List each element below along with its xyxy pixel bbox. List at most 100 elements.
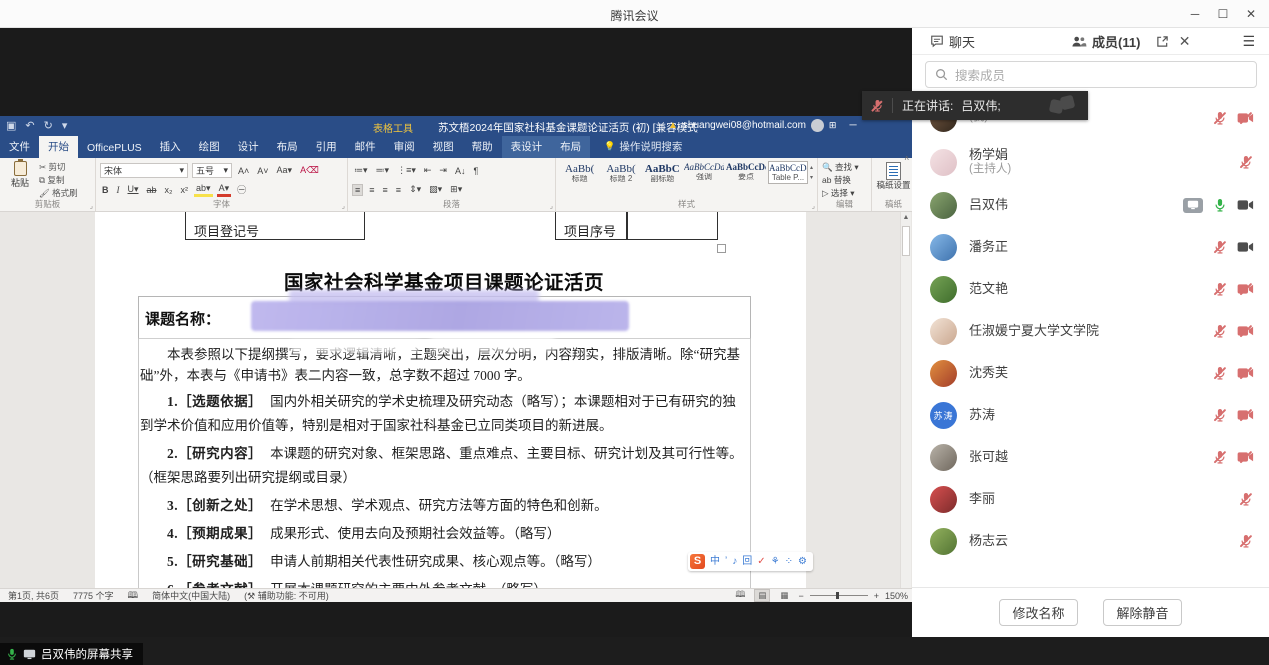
scrollbar-thumb[interactable]	[902, 226, 910, 256]
sogou-logo-icon[interactable]: S	[690, 554, 705, 569]
cut-button[interactable]: ✂ 剪切	[39, 161, 78, 173]
proofing-icon[interactable]: 🕮	[128, 588, 139, 604]
show-marks-button[interactable]: ¶	[471, 166, 480, 176]
member-row[interactable]: 杨志云	[912, 520, 1269, 562]
save-icon[interactable]: ▣	[6, 119, 16, 132]
tab-layout[interactable]: 布局	[268, 136, 307, 158]
font-color-button[interactable]: A▾	[217, 183, 232, 197]
sogou-dict-icon[interactable]: ⚘	[771, 557, 780, 567]
bold-button[interactable]: B	[100, 185, 111, 195]
sogou-cn-en-icon[interactable]: 中	[710, 557, 720, 567]
sogou-board-icon[interactable]: ⁘	[785, 557, 793, 567]
sogou-settings-icon[interactable]: ⚙	[798, 557, 807, 567]
tab-table-layout[interactable]: 布局	[551, 136, 590, 158]
tab-help[interactable]: 帮助	[463, 136, 502, 158]
borders-button[interactable]: ⊞▾	[448, 184, 464, 195]
tab-references[interactable]: 引用	[307, 136, 346, 158]
align-center-button[interactable]: ≡	[367, 185, 376, 195]
superscript-button[interactable]: x²	[179, 185, 191, 195]
account-avatar[interactable]	[811, 119, 824, 132]
style-chip[interactable]: AaBbCcDd 强调	[684, 161, 724, 184]
document-scrollbar[interactable]: ▲	[900, 212, 911, 588]
strikethrough-button[interactable]: ab	[145, 185, 159, 195]
sort-button[interactable]: A↓	[453, 166, 468, 176]
tab-file[interactable]: 文件	[0, 136, 39, 158]
member-row[interactable]: 任淑媛宁夏大学文学院	[912, 310, 1269, 352]
grow-font-button[interactable]: A˄	[236, 166, 251, 176]
close-button[interactable]: ✕	[1237, 7, 1265, 21]
quick-access-dropdown-icon[interactable]: ▾	[62, 119, 68, 132]
subscript-button[interactable]: x₂	[163, 185, 175, 195]
sogou-check-icon[interactable]: ✓	[757, 557, 765, 567]
sogou-punct-icon[interactable]: ʼ	[725, 557, 727, 567]
member-row[interactable]: 吕双伟	[912, 184, 1269, 226]
page-indicator[interactable]: 第1页, 共6页	[8, 589, 59, 602]
panel-menu-icon[interactable]: ☰	[1242, 33, 1255, 50]
paste-button[interactable]: 粘贴	[4, 161, 36, 199]
member-search-box[interactable]: 搜索成员	[925, 61, 1257, 88]
highlight-button[interactable]: ab▾	[194, 183, 213, 197]
style-chip[interactable]: AaBb( 标题	[560, 161, 599, 184]
account-email[interactable]: shuangwei08@hotmail.com	[683, 120, 806, 131]
align-left-button[interactable]: ≡	[352, 184, 363, 196]
member-row[interactable]: 沈秀芙	[912, 352, 1269, 394]
italic-button[interactable]: I	[115, 185, 122, 195]
genko-settings-button[interactable]: 稿纸设置	[876, 162, 911, 190]
zoom-slider-thumb[interactable]	[836, 592, 839, 599]
zoom-out-icon[interactable]: −	[798, 591, 803, 601]
increase-indent-button[interactable]: ⇥	[437, 165, 449, 176]
scroll-up-icon[interactable]: ▲	[901, 212, 911, 224]
tell-me-search[interactable]: 💡 操作说明搜索	[604, 139, 682, 158]
style-chip[interactable]: AaBbCcDc 要点	[726, 161, 766, 184]
undo-icon[interactable]: ↶	[25, 119, 34, 132]
tab-chat[interactable]: 聊天	[930, 32, 975, 51]
decrease-indent-button[interactable]: ⇤	[422, 165, 434, 176]
member-row[interactable]: 苏涛 苏涛	[912, 394, 1269, 436]
language-indicator[interactable]: 简体中文(中国大陆)	[152, 589, 230, 602]
style-chip[interactable]: AaBb( 标题 2	[601, 161, 640, 184]
numbering-button[interactable]: ≕▾	[374, 165, 392, 176]
shading-button[interactable]: ▨▾	[427, 184, 444, 195]
member-row[interactable]: 范文艳	[912, 268, 1269, 310]
word-minimize-button[interactable]: ─	[849, 120, 856, 131]
zoom-slider[interactable]	[810, 595, 868, 596]
table-resize-handle[interactable]	[717, 244, 726, 253]
maximize-button[interactable]: ☐	[1209, 7, 1237, 21]
replace-button[interactable]: ab 替换	[822, 174, 867, 186]
member-row[interactable]: 张可越	[912, 436, 1269, 478]
font-size-combo[interactable]: 五号▾	[192, 163, 232, 178]
ribbon-options-icon[interactable]: ⊞	[829, 120, 837, 131]
redo-icon[interactable]: ↻	[44, 119, 53, 132]
zoom-percent[interactable]: 150%	[885, 591, 908, 601]
align-right-button[interactable]: ≡	[381, 185, 390, 195]
styles-scroll-down-icon[interactable]: ▾	[810, 174, 813, 181]
justify-button[interactable]: ≡	[394, 185, 403, 195]
read-mode-icon[interactable]: 🕮	[732, 589, 748, 603]
web-layout-icon[interactable]: ▦	[776, 590, 792, 601]
print-layout-icon[interactable]: ▤	[754, 589, 770, 602]
unmute-button[interactable]: 解除静音	[1103, 599, 1182, 626]
clear-format-button[interactable]: A⌫	[298, 165, 321, 176]
line-spacing-button[interactable]: ⇕▾	[407, 184, 423, 195]
sogou-input-toolbar[interactable]: S 中 ʼ ♪ 回 ✓ ⚘ ⁘ ⚙	[688, 552, 813, 571]
member-row[interactable]: 李丽	[912, 478, 1269, 520]
quick-access-toolbar[interactable]: ▣ ↶ ↻ ▾	[6, 119, 67, 132]
sogou-voice-icon[interactable]: ♪	[732, 557, 737, 567]
font-family-combo[interactable]: 宋体▾	[100, 163, 188, 178]
member-row[interactable]: 杨学娟(主持人)	[912, 140, 1269, 184]
tab-design[interactable]: 设计	[229, 136, 268, 158]
find-button[interactable]: 🔍 查找 ▾	[822, 161, 867, 173]
zoom-in-icon[interactable]: +	[874, 591, 879, 601]
tab-review[interactable]: 审阅	[385, 136, 424, 158]
styles-scroll-up-icon[interactable]: ▴	[810, 164, 813, 171]
word-count[interactable]: 7775 个字	[73, 589, 114, 602]
tab-mailings[interactable]: 邮件	[346, 136, 385, 158]
tab-view[interactable]: 视图	[424, 136, 463, 158]
change-case-button[interactable]: Aa▾	[275, 165, 295, 176]
style-chip[interactable]: AaBbC 副标题	[643, 161, 682, 184]
enclose-char-button[interactable]: ㊀	[235, 183, 248, 196]
tab-draw[interactable]: 绘图	[190, 136, 229, 158]
tab-insert[interactable]: 插入	[151, 136, 190, 158]
shrink-font-button[interactable]: A˅	[255, 166, 270, 176]
bullets-button[interactable]: ≔▾	[352, 165, 370, 176]
